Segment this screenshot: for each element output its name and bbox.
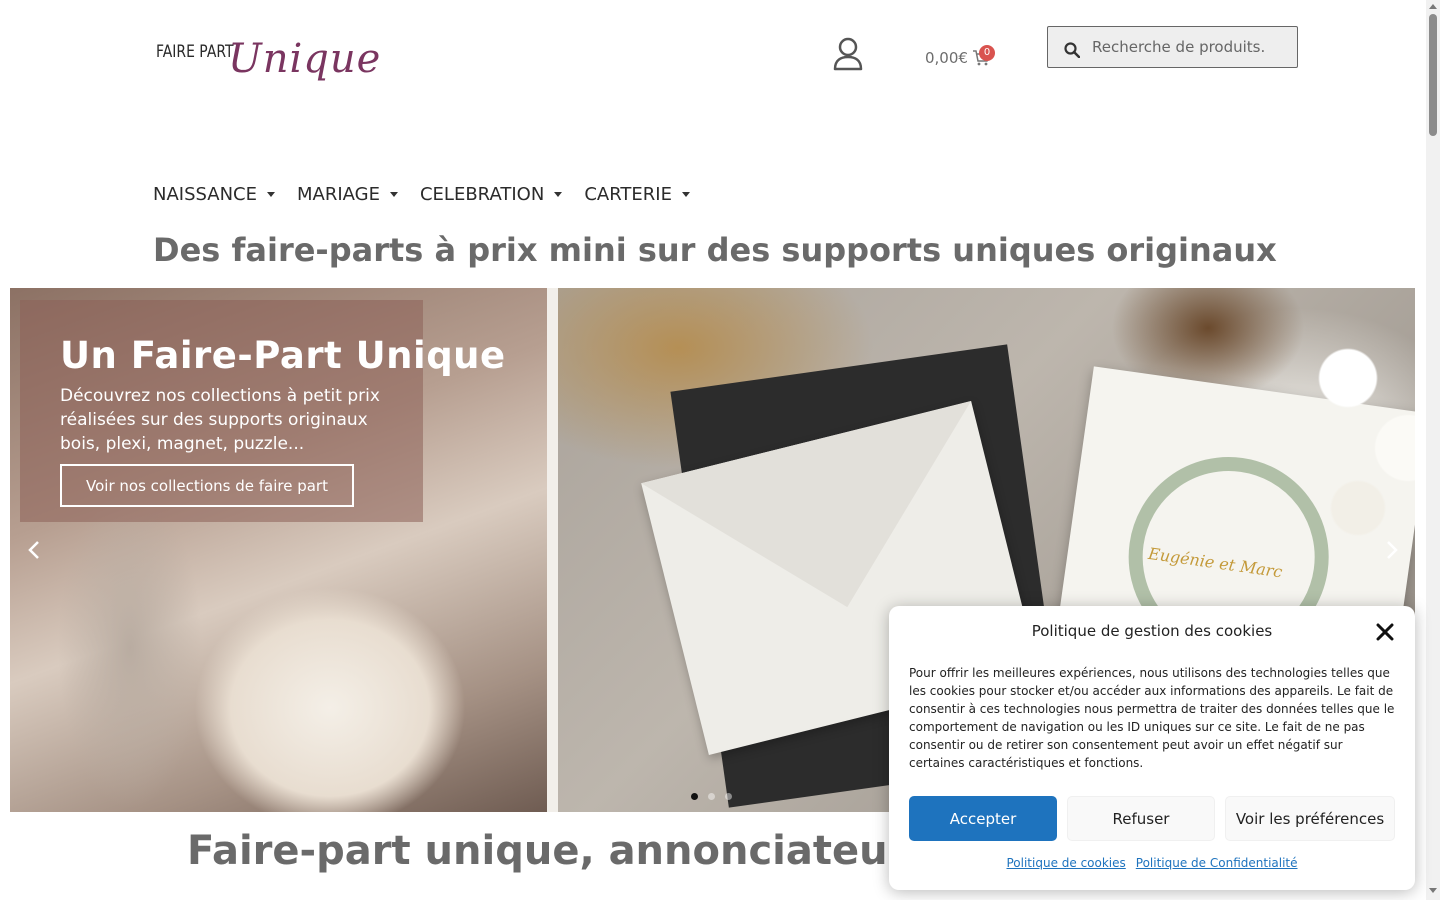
scroll-down-icon[interactable] xyxy=(1429,888,1437,893)
hero-description-line: Découvrez nos collections à petit prix xyxy=(60,386,380,406)
chevron-right-icon[interactable] xyxy=(1380,538,1404,562)
logo-script-text: Unique xyxy=(228,36,382,82)
account-icon[interactable] xyxy=(830,36,866,72)
scroll-up-icon[interactable] xyxy=(1429,4,1437,9)
main-nav: NAISSANCE MARIAGE CELEBRATION CARTERIE xyxy=(153,184,712,205)
chevron-left-icon[interactable] xyxy=(22,538,46,562)
nav-item-label: CELEBRATION xyxy=(419,184,545,205)
caret-down-icon xyxy=(681,192,690,197)
slide-divider xyxy=(547,288,558,812)
cart-count-badge: 0 xyxy=(979,45,995,61)
nav-item-celebration[interactable]: CELEBRATION xyxy=(419,184,563,205)
view-preferences-button[interactable]: Voir les préférences xyxy=(1225,796,1395,841)
search-icon[interactable] xyxy=(1064,42,1081,59)
slider-pagination xyxy=(691,793,732,800)
page-tagline: Des faire-parts à prix mini sur des supp… xyxy=(153,231,1277,269)
caret-down-icon xyxy=(554,192,563,197)
refuse-cookies-button[interactable]: Refuser xyxy=(1067,796,1215,841)
privacy-policy-link[interactable]: Politique de Confidentialité xyxy=(1136,856,1298,870)
caret-down-icon xyxy=(267,192,275,197)
cookie-consent-dialog: Politique de gestion des cookies Pour of… xyxy=(889,606,1415,890)
accept-cookies-button[interactable]: Accepter xyxy=(909,796,1057,841)
hero-description-line: bois, plexi, magnet, puzzle... xyxy=(60,434,305,454)
nav-item-mariage[interactable]: MARIAGE xyxy=(297,184,398,205)
hero-title: Un Faire-Part Unique xyxy=(60,334,506,377)
flowers-decoration xyxy=(1288,308,1415,568)
view-collections-button[interactable]: Voir nos collections de faire part xyxy=(60,464,354,507)
hero-description: Découvrez nos collections à petit prix r… xyxy=(60,384,420,456)
slider-dot[interactable] xyxy=(708,793,715,800)
search-box xyxy=(1047,26,1298,68)
search-input[interactable] xyxy=(1092,38,1292,56)
nav-item-label: MARIAGE xyxy=(297,184,380,205)
nav-item-label: NAISSANCE xyxy=(153,184,257,205)
logo-small-text: FAIRE PART xyxy=(156,42,234,62)
cookie-policy-link[interactable]: Politique de cookies xyxy=(1006,856,1125,870)
cookie-description: Pour offrir les meilleures expériences, … xyxy=(909,666,1395,770)
hero-description-line: réalisées sur des supports originaux xyxy=(60,410,368,430)
site-logo[interactable]: FAIRE PART Unique xyxy=(152,36,392,108)
scrollbar-thumb[interactable] xyxy=(1429,14,1437,136)
page-scrollbar[interactable] xyxy=(1426,0,1440,900)
cookie-policy-links: Politique de cookies Politique de Confid… xyxy=(889,856,1415,870)
nav-item-label: CARTERIE xyxy=(584,184,672,205)
slider-dot[interactable] xyxy=(725,793,732,800)
close-icon[interactable] xyxy=(1375,622,1395,642)
cart-total: 0,00€ xyxy=(925,49,968,67)
caret-down-icon xyxy=(389,192,398,197)
slider-dot[interactable] xyxy=(691,793,698,800)
nav-item-carterie[interactable]: CARTERIE xyxy=(584,184,690,205)
cookie-title: Politique de gestion des cookies xyxy=(1031,622,1273,640)
nav-item-naissance[interactable]: NAISSANCE xyxy=(153,184,275,205)
